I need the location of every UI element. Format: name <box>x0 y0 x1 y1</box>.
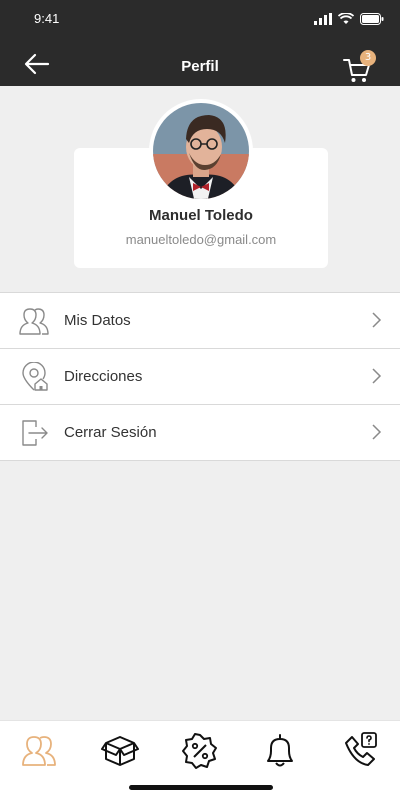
avatar <box>149 99 253 203</box>
status-icons <box>314 12 384 26</box>
tab-notificaciones[interactable] <box>260 731 300 771</box>
users-icon <box>22 736 56 766</box>
battery-icon <box>360 13 384 25</box>
phone-help-icon <box>345 732 377 766</box>
chevron-right-icon <box>372 424 382 440</box>
user-email: manueltoledo@gmail.com <box>125 232 277 247</box>
cart-count-badge: 3 <box>360 50 376 66</box>
tab-ofertas[interactable] <box>180 731 220 771</box>
menu-item-label: Cerrar Sesión <box>64 424 157 441</box>
chevron-right-icon <box>372 312 382 328</box>
menu-item-cerrar-sesion[interactable]: Cerrar Sesión <box>0 405 400 461</box>
menu-item-direcciones[interactable]: Direcciones <box>0 349 400 405</box>
avatar-photo <box>153 103 249 199</box>
tab-perfil[interactable] <box>20 731 60 771</box>
menu-item-mis-datos[interactable]: Mis Datos <box>0 293 400 349</box>
discount-badge-icon <box>182 733 217 769</box>
tab-pedidos[interactable] <box>100 731 140 771</box>
bell-icon <box>267 734 293 767</box>
chevron-right-icon <box>372 368 382 384</box>
user-group-icon <box>19 308 49 335</box>
app-header: 9:41 Perfil 3 <box>0 0 400 86</box>
box-icon <box>101 736 139 766</box>
status-time: 9:41 <box>34 11 60 26</box>
tab-ayuda[interactable] <box>340 731 380 771</box>
home-indicator <box>129 785 273 790</box>
user-name: Manuel Toledo <box>149 207 253 224</box>
profile-menu: Mis Datos Direcciones Cerrar Sesión <box>0 292 400 461</box>
location-home-icon <box>22 362 48 391</box>
menu-item-label: Direcciones <box>64 368 143 385</box>
signal-icon <box>314 13 332 25</box>
page-title: Perfil <box>181 58 219 75</box>
wifi-icon <box>338 13 354 24</box>
cart-button[interactable]: 3 <box>342 50 382 86</box>
logout-icon <box>22 420 48 446</box>
menu-item-label: Mis Datos <box>64 312 131 329</box>
